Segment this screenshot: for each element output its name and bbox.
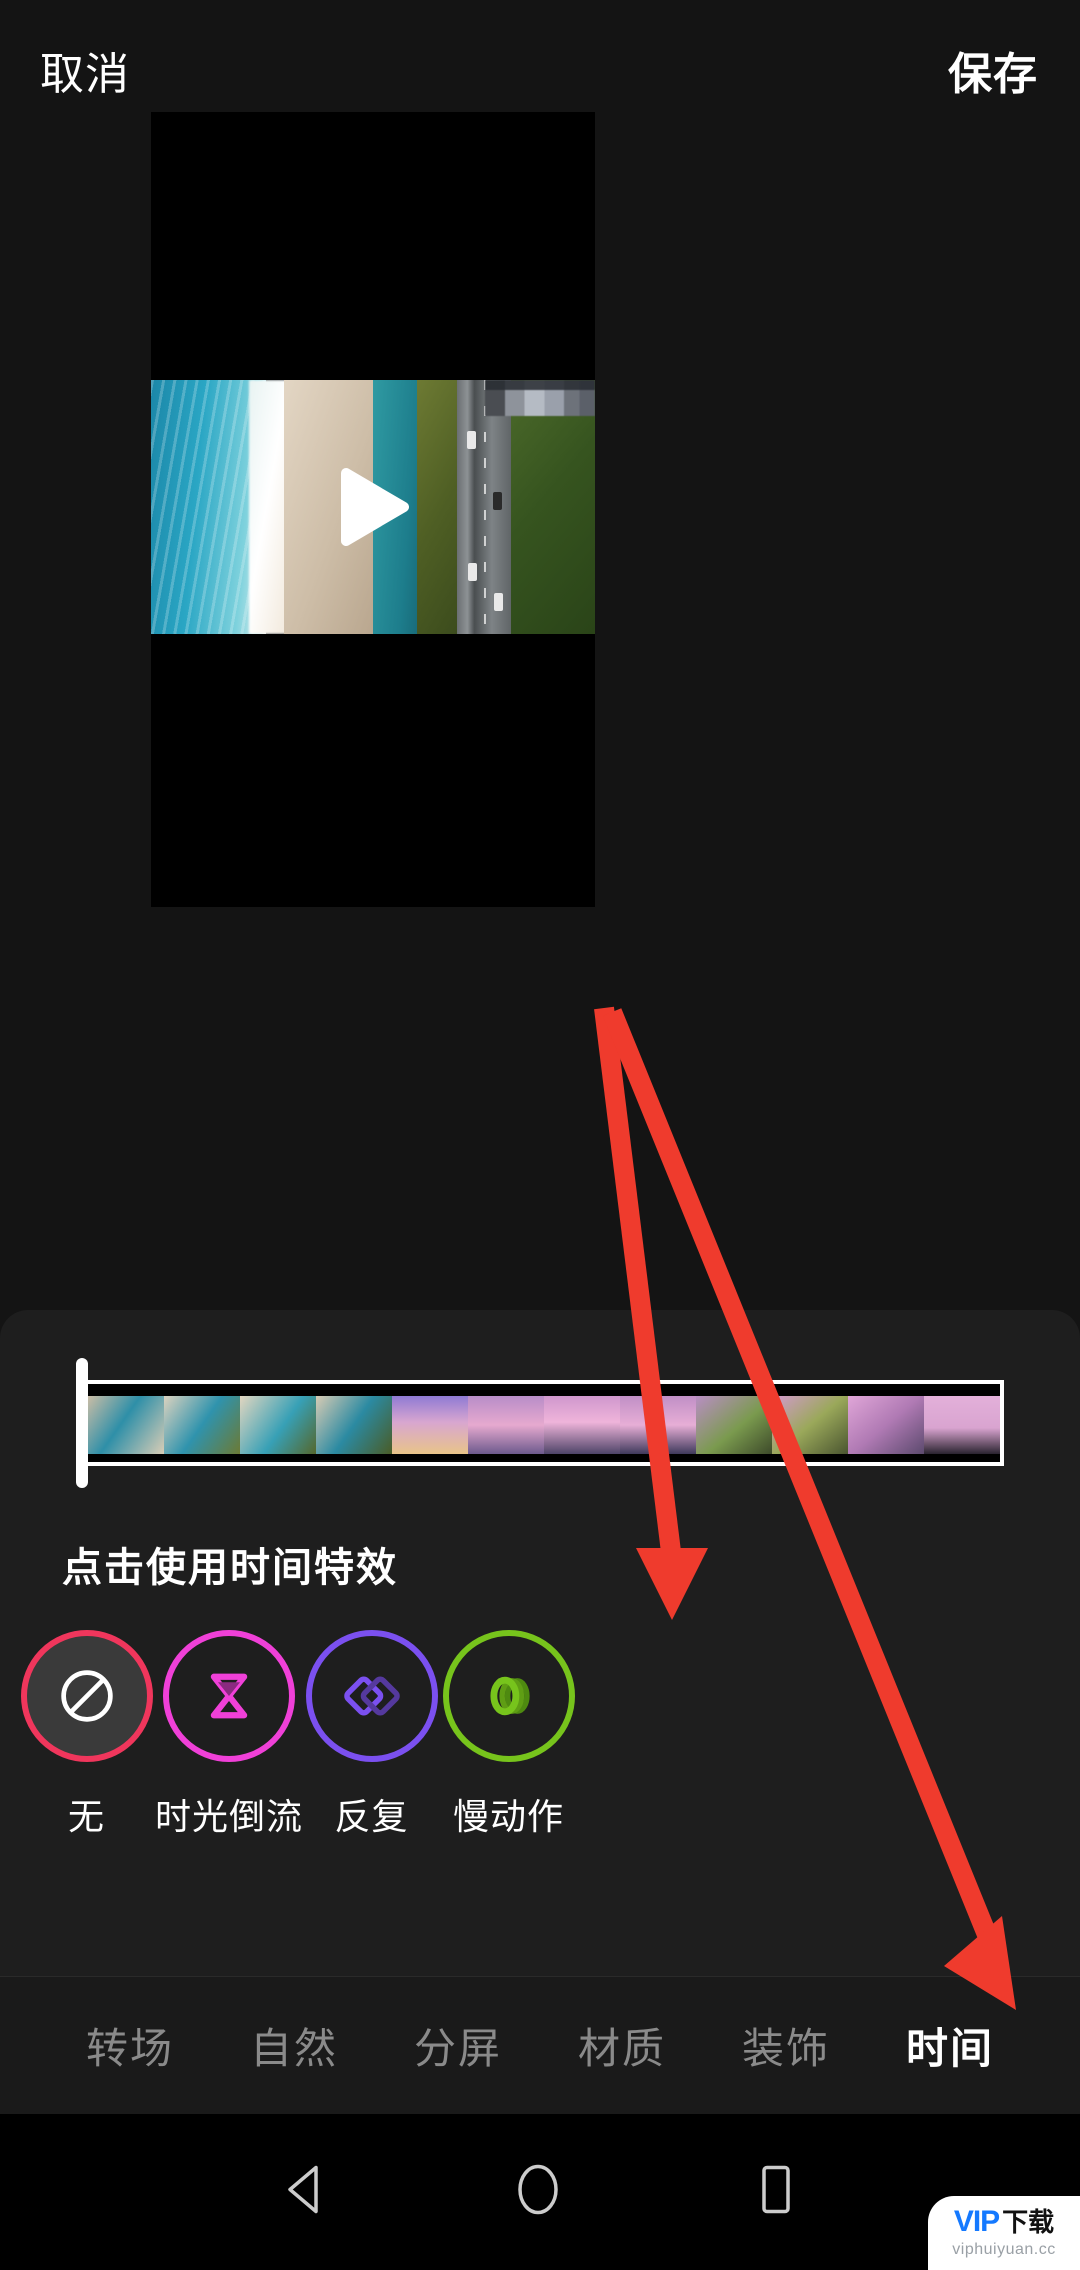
timeline-track[interactable]: [84, 1380, 1004, 1466]
filmstrip-thumb: [924, 1396, 1000, 1454]
timeline[interactable]: [76, 1358, 1004, 1488]
video-car: [493, 491, 503, 510]
filmstrip-thumb: [392, 1396, 468, 1454]
effect-ring: [163, 1630, 295, 1762]
tab-decoration[interactable]: 装饰: [742, 2015, 830, 2076]
tab-natural[interactable]: 自然: [250, 2015, 338, 2076]
slow-motion-icon: [489, 1676, 530, 1716]
effect-label: 无: [67, 1796, 105, 1837]
effect-ring: [442, 1630, 575, 1762]
square-recents-icon[interactable]: [754, 2164, 798, 2221]
android-navigation-bar: VIP 下载 viphuiyuan.cc: [0, 2114, 1080, 2270]
filmstrip-thumb: [696, 1396, 772, 1454]
filmstrip-thumb: [316, 1396, 392, 1454]
video-car: [467, 562, 477, 581]
effects-row: 无 时光倒流 反复 慢动作: [0, 1630, 1080, 1900]
watermark-logo: VIP 下载: [954, 2207, 1054, 2237]
filmstrip-thumb: [620, 1396, 696, 1454]
effect-item-none[interactable]: 无: [18, 1630, 155, 1900]
mosaic-blur-patch: [485, 380, 595, 416]
video-highway-region: [457, 380, 516, 634]
no-effect-icon: [60, 1670, 113, 1722]
watermark-vip-text: VIP: [953, 2205, 1000, 2238]
effect-item-reverse[interactable]: 时光倒流: [155, 1630, 303, 1900]
trim-handle-left[interactable]: [76, 1358, 88, 1488]
effect-label: 慢动作: [453, 1796, 565, 1837]
watermark-site-text: viphuiyuan.cc: [952, 2241, 1056, 2258]
effect-label: 时光倒流: [155, 1796, 304, 1837]
time-effect-panel: 点击使用时间特效 无 时光倒流 反复 慢动作: [0, 1310, 1080, 1976]
save-button[interactable]: 保存: [948, 38, 1038, 102]
triangle-back-icon[interactable]: [282, 2164, 326, 2221]
tab-transition[interactable]: 转场: [86, 2015, 174, 2076]
video-foliage-right: [510, 380, 595, 634]
filmstrip-thumb: [544, 1396, 620, 1454]
effect-ring: [305, 1630, 438, 1762]
panel-hint-text: 点击使用时间特效: [62, 1546, 398, 1590]
tab-texture[interactable]: 材质: [578, 2015, 666, 2076]
video-preview-canvas[interactable]: [151, 112, 595, 907]
tab-time[interactable]: 时间: [906, 2015, 994, 2076]
site-watermark: VIP 下载 viphuiyuan.cc: [928, 2196, 1080, 2270]
cancel-button[interactable]: 取消: [40, 38, 130, 102]
video-frame: [151, 380, 595, 634]
video-car: [494, 593, 504, 612]
filmstrip-thumb: [848, 1396, 924, 1454]
effect-item-repeat[interactable]: 反复: [303, 1630, 440, 1900]
filmstrip-thumb: [164, 1396, 240, 1454]
filmstrip-thumb: [772, 1396, 848, 1454]
category-tabbar: 转场 自然 分屏 材质 装饰 时间: [0, 1976, 1080, 2114]
video-car: [466, 430, 476, 449]
preview-stage: [0, 112, 1080, 1308]
effect-ring: [20, 1630, 153, 1762]
effect-label: 反复: [334, 1796, 409, 1837]
watermark-download-text: 下载: [1002, 2207, 1055, 2237]
double-diamond-icon: [343, 1676, 400, 1716]
app-screen: 取消 保存 点击使用时间特效 无 时光倒流 反复 慢动作 转场 自然 分屏 材质…: [0, 0, 1080, 2270]
tab-splitscreen[interactable]: 分屏: [414, 2015, 502, 2076]
circle-home-icon[interactable]: [516, 2163, 560, 2222]
play-icon[interactable]: [336, 467, 410, 547]
filmstrip-thumb: [240, 1396, 316, 1454]
hourglass-icon: [210, 1673, 248, 1719]
filmstrip: [88, 1396, 1000, 1454]
filmstrip-thumb: [88, 1396, 164, 1454]
filmstrip-thumb: [468, 1396, 544, 1454]
effect-item-slowmotion[interactable]: 慢动作: [440, 1630, 577, 1900]
